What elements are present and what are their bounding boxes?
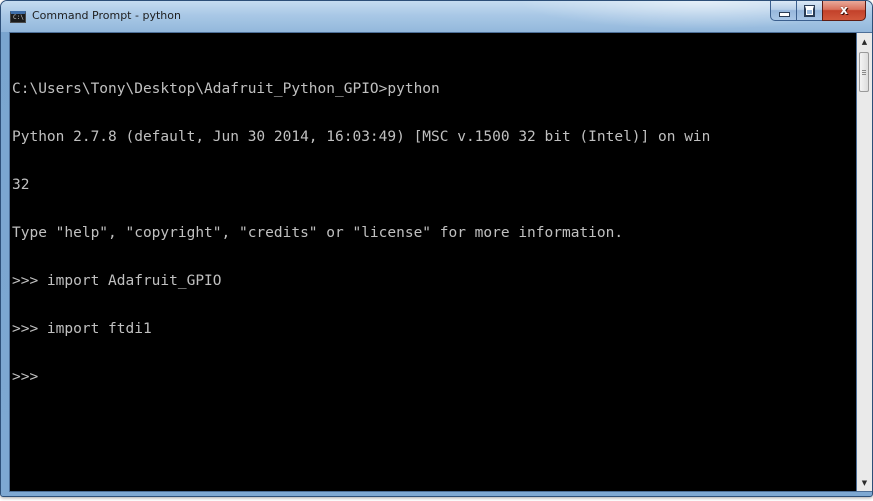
close-button[interactable]: x — [822, 1, 866, 21]
minimize-button[interactable] — [770, 1, 796, 21]
vertical-scrollbar[interactable]: ▲ ▼ — [857, 32, 872, 492]
console-line: 32 — [12, 177, 30, 193]
close-icon: x — [840, 3, 848, 17]
maximize-icon — [805, 6, 814, 16]
scroll-down-arrow-icon[interactable]: ▼ — [857, 474, 872, 491]
console-prompt-line[interactable]: >>> — [12, 369, 710, 385]
console-text: C:\Users\Tony\Desktop\Adafruit_Python_GP… — [12, 49, 710, 417]
console-line: >>> import Adafruit_GPIO — [12, 273, 222, 289]
console-app-icon[interactable]: C:\ — [10, 11, 26, 23]
command-prompt-window: C:\ Command Prompt - python x C:\Users\T… — [0, 0, 873, 497]
maximize-button[interactable] — [796, 1, 822, 21]
title-bar[interactable]: C:\ Command Prompt - python x — [1, 1, 872, 32]
window-title: Command Prompt - python — [32, 9, 181, 22]
minimize-icon — [779, 12, 790, 17]
scroll-up-arrow-icon[interactable]: ▲ — [857, 33, 872, 50]
caption-buttons: x — [770, 1, 866, 22]
console-line: >>> import ftdi1 — [12, 321, 152, 337]
scrollbar-grip-icon — [862, 70, 866, 71]
console-line: C:\Users\Tony\Desktop\Adafruit_Python_GP… — [12, 81, 440, 97]
console-line: Python 2.7.8 (default, Jun 30 2014, 16:0… — [12, 129, 711, 145]
scrollbar-thumb[interactable] — [859, 52, 869, 92]
console-output[interactable]: C:\Users\Tony\Desktop\Adafruit_Python_GP… — [9, 32, 857, 492]
console-line: Type "help", "copyright", "credits" or "… — [12, 225, 624, 241]
